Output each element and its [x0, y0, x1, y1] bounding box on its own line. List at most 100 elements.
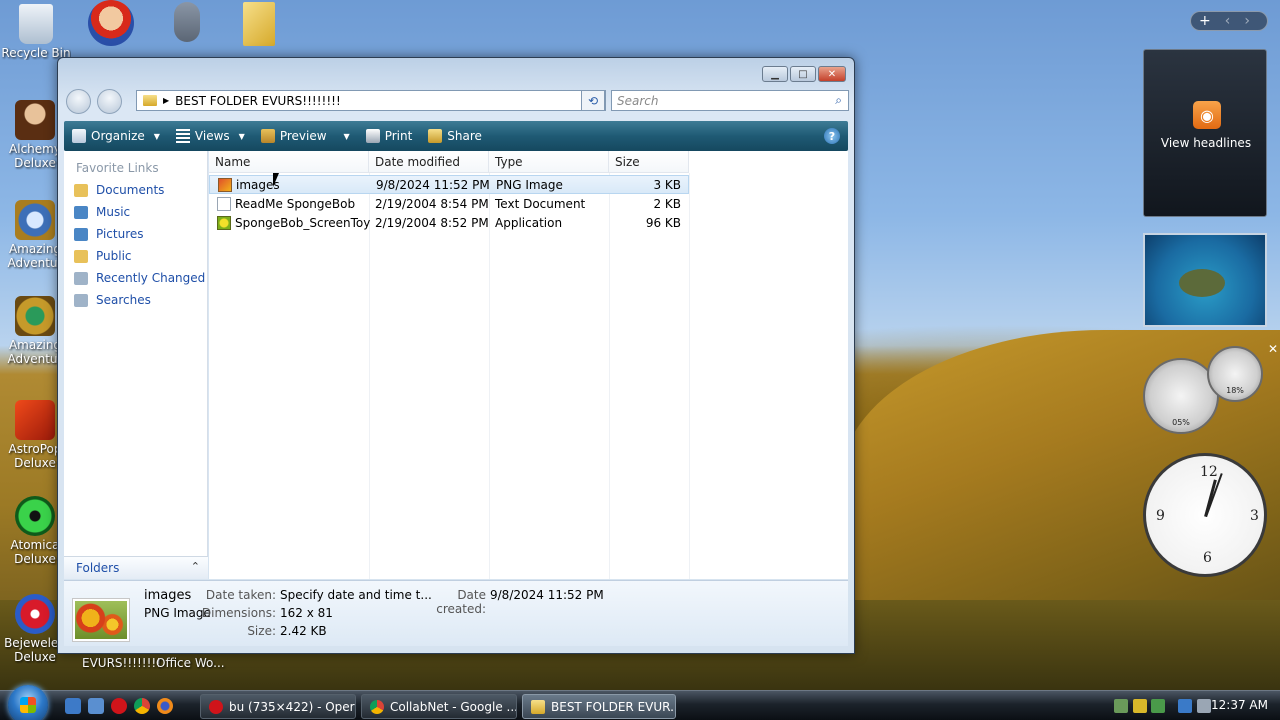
clock-numeral: 3: [1250, 508, 1259, 524]
column-divider: [489, 173, 490, 579]
music-folder-icon: [74, 205, 88, 219]
forward-button[interactable]: [97, 88, 122, 114]
folder-icon: [143, 95, 157, 106]
help-button[interactable]: ?: [824, 128, 840, 144]
nav-item-label: Documents: [96, 183, 165, 197]
security-tray-icon[interactable]: [1133, 699, 1147, 713]
chrome-icon[interactable]: [134, 698, 150, 714]
nav-item-public[interactable]: Public: [64, 245, 207, 267]
share-button[interactable]: Share: [428, 129, 482, 143]
organize-button[interactable]: Organize ▼: [72, 129, 160, 143]
show-desktop-icon[interactable]: [65, 698, 81, 714]
column-header-size[interactable]: Size: [609, 151, 689, 173]
clock-numeral: 9: [1156, 508, 1165, 524]
firefox-icon[interactable]: [157, 698, 173, 714]
file-date: 2/19/2004 8:54 PM: [375, 197, 489, 211]
add-gadget-icon[interactable]: +: [1199, 13, 1211, 29]
details-pane: images PNG Image Date taken: Specify dat…: [64, 580, 848, 646]
start-button[interactable]: [8, 685, 48, 720]
file-type: Text Document: [495, 197, 586, 211]
folders-toggle[interactable]: Folders ⌃: [64, 556, 208, 579]
nav-item-recently-changed[interactable]: Recently Changed: [64, 267, 207, 289]
nav-item-pictures[interactable]: Pictures: [64, 223, 207, 245]
window-controls: ▁ □ ✕: [762, 66, 846, 82]
file-name: ReadMe SpongeBob: [235, 197, 356, 211]
breadcrumb-arrow-icon[interactable]: ▶: [163, 96, 169, 105]
memory-usage-value: 18%: [1226, 386, 1244, 395]
desktop-icon-recycle-bin[interactable]: Recycle Bin: [1, 4, 71, 60]
back-button[interactable]: [66, 88, 91, 114]
nav-item-documents[interactable]: Documents: [64, 179, 207, 201]
update-tray-icon[interactable]: [1151, 699, 1165, 713]
image-file-icon: [218, 178, 232, 192]
nav-item-label: Public: [96, 249, 132, 263]
opera-icon[interactable]: [111, 698, 127, 714]
print-button[interactable]: Print: [365, 129, 412, 143]
desktop-label-office[interactable]: Office Wo...: [156, 656, 225, 670]
analog-clock-gadget: 12 3 6 9: [1143, 453, 1267, 577]
minimize-button[interactable]: ▁: [762, 66, 788, 82]
cpu-usage-value: 05%: [1172, 418, 1190, 427]
date-taken-label: Date taken:: [205, 588, 276, 602]
bejeweled-game-icon: [15, 594, 55, 634]
file-size: 2 KB: [653, 197, 681, 211]
maximize-button[interactable]: □: [790, 66, 816, 82]
file-date: 2/19/2004 8:52 PM: [375, 216, 489, 230]
network-tray-icon[interactable]: [1114, 699, 1128, 713]
chevron-down-icon[interactable]: ▼: [344, 132, 350, 141]
taskbar-item-chrome[interactable]: CollabNet - Google ...: [361, 694, 517, 719]
maximize-icon: □: [798, 68, 808, 80]
chevron-up-icon: ⌃: [190, 560, 200, 573]
task-label: CollabNet - Google ...: [390, 699, 517, 714]
address-bar[interactable]: ▶ BEST FOLDER EVURS!!!!!!!! ▼: [136, 90, 606, 111]
connection-tray-icon[interactable]: [1178, 699, 1192, 713]
feed-headlines-gadget[interactable]: ◉ View headlines: [1143, 49, 1267, 217]
nav-item-label: Recently Changed: [96, 271, 206, 285]
taskbar-item-explorer[interactable]: BEST FOLDER EVUR...: [522, 694, 676, 719]
breadcrumb-path[interactable]: BEST FOLDER EVURS!!!!!!!!: [175, 94, 341, 108]
preview-icon: [260, 129, 275, 143]
switch-windows-icon[interactable]: [88, 698, 104, 714]
file-row-readme[interactable]: ReadMe SpongeBob 2/19/2004 8:54 PM Text …: [209, 195, 689, 214]
file-row-screentoy[interactable]: SpongeBob_ScreenToy 2/19/2004 8:52 PM Ap…: [209, 214, 689, 233]
game-icon-mario[interactable]: [76, 0, 146, 48]
nav-item-searches[interactable]: Searches: [64, 289, 207, 311]
desktop-label-evurs[interactable]: EVURS!!!!!!!!: [82, 656, 161, 670]
folder-icon: [243, 2, 275, 46]
desktop-icon-folder[interactable]: [224, 2, 294, 48]
desktop-icon-mouse[interactable]: [152, 2, 222, 44]
slideshow-gadget[interactable]: [1143, 233, 1267, 327]
volume-tray-icon[interactable]: [1197, 699, 1211, 713]
nav-item-label: Music: [96, 205, 131, 219]
explorer-window[interactable]: ▁ □ ✕ ▶ BEST FOLDER EVURS!!!!!!!! ▼ ⟲ Se…: [57, 57, 855, 654]
search-icon[interactable]: ⌕: [835, 93, 842, 108]
column-header-date-modified[interactable]: Date modified: [369, 151, 489, 173]
next-icon[interactable]: ›: [1244, 13, 1250, 29]
feed-headlines-label[interactable]: View headlines: [1144, 136, 1268, 150]
preview-button[interactable]: Preview ▼: [260, 129, 350, 143]
mouse-cursor-icon: [273, 173, 279, 187]
taskbar-clock[interactable]: 12:37 AM: [1211, 698, 1268, 712]
column-header-name[interactable]: Name: [209, 151, 369, 173]
organize-label: Organize: [91, 129, 145, 143]
refresh-button[interactable]: ⟲: [581, 90, 605, 111]
chevron-down-icon: ▼: [153, 131, 160, 141]
opera-icon: [209, 699, 223, 714]
previous-icon[interactable]: ‹: [1225, 13, 1231, 29]
amazing-adventures-game-icon: [15, 296, 55, 336]
taskbar-item-opera[interactable]: bu (735×422) - Opera: [200, 694, 356, 719]
views-button[interactable]: Views ▼: [175, 129, 245, 143]
close-button[interactable]: ✕: [818, 66, 846, 82]
gadget-close-icon[interactable]: ✕: [1268, 342, 1278, 356]
details-file-name: images: [144, 588, 192, 603]
nav-item-music[interactable]: Music: [64, 201, 207, 223]
search-input[interactable]: Search ⌕: [611, 90, 849, 111]
file-row-images[interactable]: images 9/8/2024 11:52 PM PNG Image 3 KB: [209, 175, 689, 194]
command-bar: Organize ▼ Views ▼ Preview ▼ Print Share…: [64, 121, 848, 151]
share-label: Share: [447, 129, 482, 143]
help-icon: ?: [828, 129, 836, 143]
clock-numeral: 6: [1203, 550, 1212, 566]
column-header-type[interactable]: Type: [489, 151, 609, 173]
dimensions-label: Dimensions:: [201, 606, 276, 620]
memory-meter-gauge: 18%: [1207, 346, 1263, 402]
